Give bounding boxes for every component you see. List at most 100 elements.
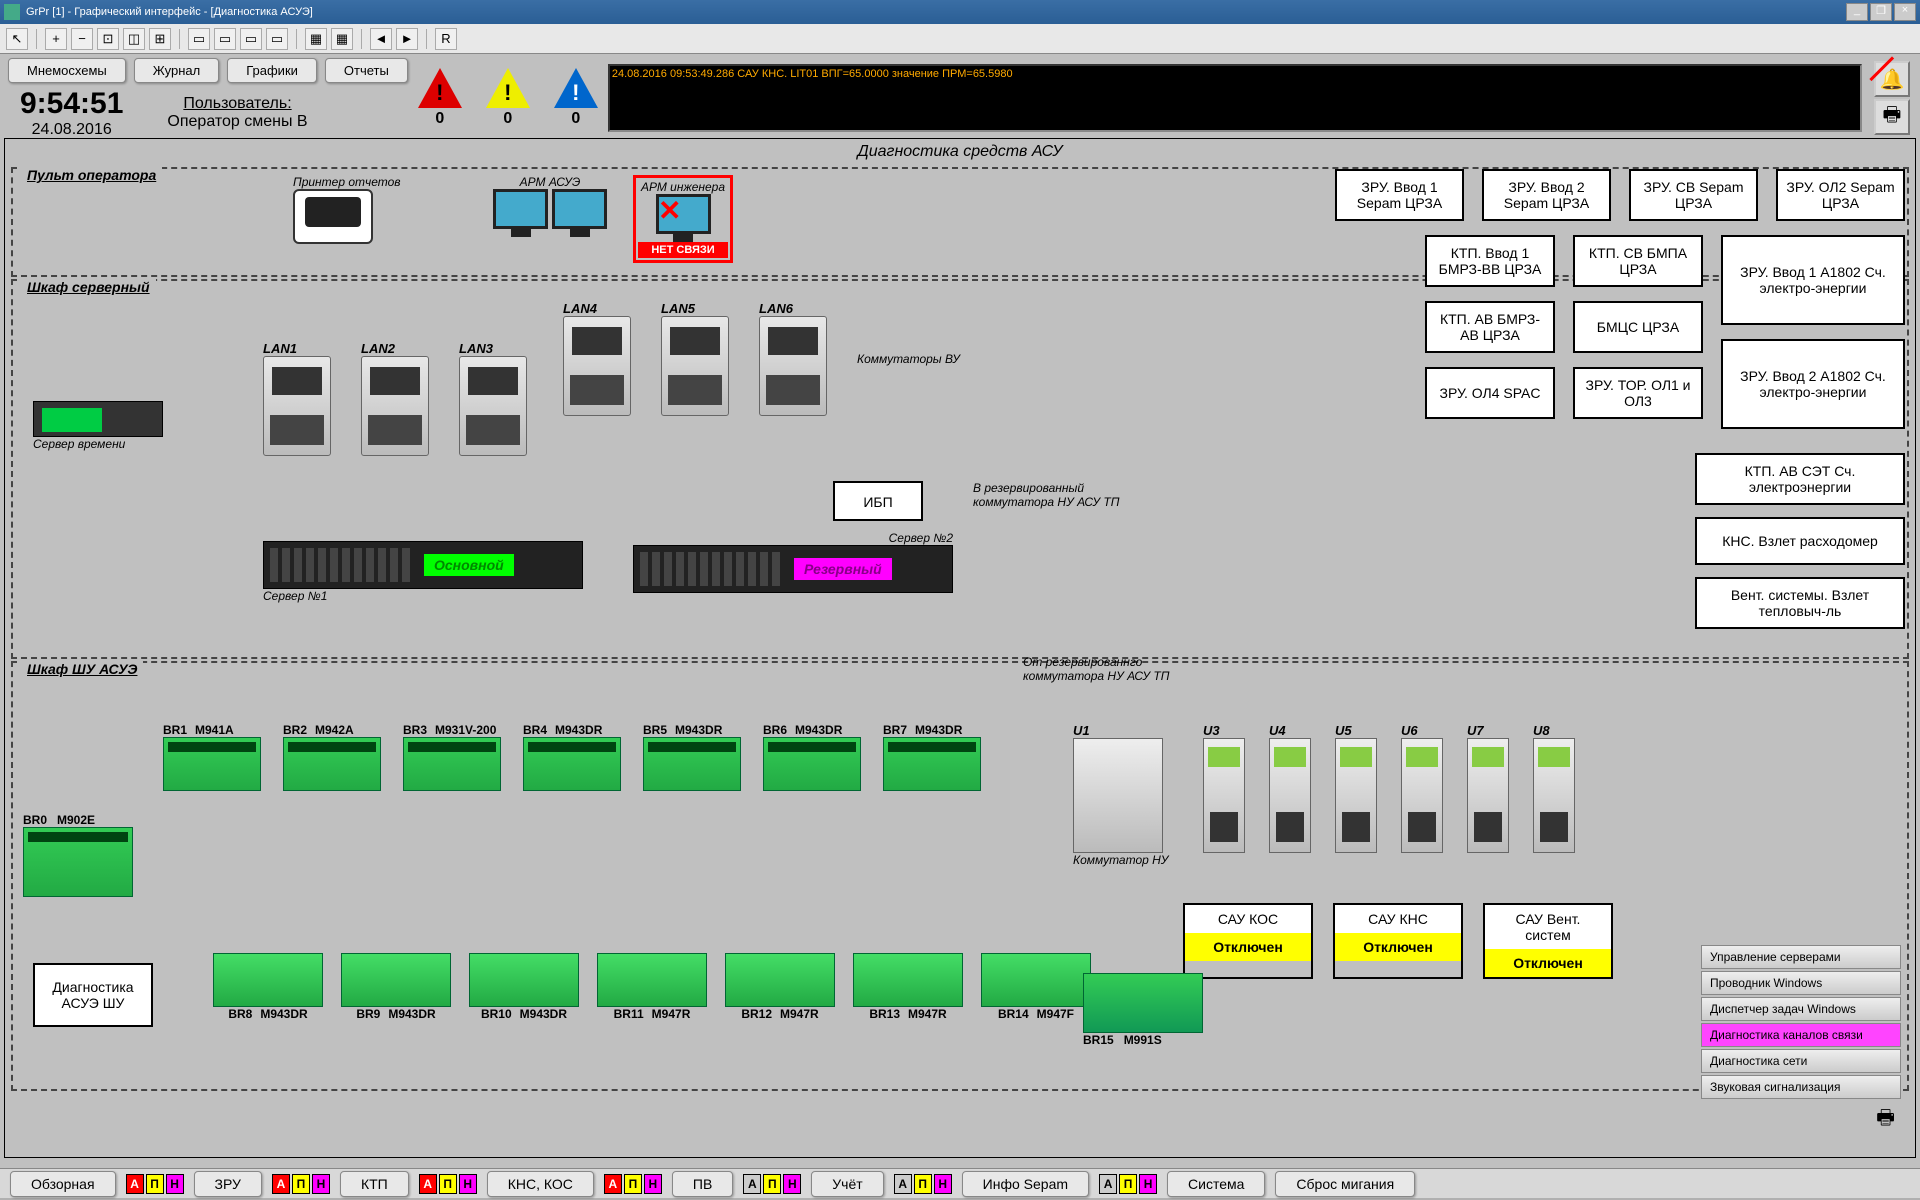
lan-switch [661, 316, 729, 416]
sau-box[interactable]: САУ КНСОтключен [1333, 903, 1463, 979]
apn-indicator: АПН [1099, 1174, 1157, 1194]
layer1-icon[interactable]: ▭ [188, 28, 210, 50]
arm-engineer-nolink: АРМ инженера ✕ НЕТ СВЯЗИ [633, 175, 733, 263]
sau-box[interactable]: САУ Вент. системОтключен [1483, 903, 1613, 979]
quick-menu: Управление серверамиПроводник WindowsДис… [1701, 945, 1901, 1101]
nav-fwd[interactable]: ► [396, 28, 418, 50]
time-server [33, 401, 163, 437]
u-module [1269, 738, 1311, 853]
menu-item[interactable]: Диагностика сети [1701, 1049, 1901, 1073]
print-icon[interactable]: 🖶 [1874, 99, 1910, 135]
printer-icon [293, 189, 373, 244]
lan-switch [361, 356, 429, 456]
toolbar: ↖ + − ⊡ ◫ ⊞ ▭ ▭ ▭ ▭ ▦ ▦ ◄ ► R [0, 24, 1920, 54]
footer-button[interactable]: ПВ [672, 1171, 733, 1197]
br-card [469, 953, 579, 1007]
br15-card [1083, 973, 1203, 1033]
footer-button[interactable]: КТП [340, 1171, 409, 1197]
layer3-icon[interactable]: ▭ [240, 28, 262, 50]
clock-date: 24.08.2016 [20, 121, 123, 139]
br-card [283, 737, 381, 791]
alarm-blue[interactable]: ! 0 [554, 68, 598, 128]
device-box[interactable]: ЗРУ. ОЛ4 SPAC [1425, 367, 1555, 419]
alarm-red[interactable]: ! 0 [418, 68, 462, 128]
komm-nu [1073, 738, 1163, 853]
zoom-in-icon[interactable]: + [45, 28, 67, 50]
br-card [643, 737, 741, 791]
lan-switch [263, 356, 331, 456]
zoom-fit-icon[interactable]: ⊡ [97, 28, 119, 50]
diagram-title: Диагностика средств АСУ [5, 139, 1915, 165]
br-card [341, 953, 451, 1007]
user-value: Оператор смены В [167, 113, 307, 131]
footer-button[interactable]: Сброс мигания [1275, 1171, 1415, 1197]
diagram-area: Диагностика средств АСУ Пульт оператора … [4, 138, 1916, 1158]
lan-switch [459, 356, 527, 456]
meter-box[interactable]: ЗРУ. Ввод 1 А1802 Сч. электро-энергии [1721, 235, 1905, 325]
titlebar: GrPr [1] - Графический интерфейс - [Диаг… [0, 0, 1920, 24]
nav-back[interactable]: ◄ [370, 28, 392, 50]
monitor-icon [493, 189, 548, 229]
device-box[interactable]: ЗРУ. ТОР. ОЛ1 и ОЛ3 [1573, 367, 1703, 419]
device-box[interactable]: КТП. СВ БМПА ЦРЗА [1573, 235, 1703, 287]
menu-item[interactable]: Проводник Windows [1701, 971, 1901, 995]
menu-item[interactable]: Звуковая сигнализация [1701, 1075, 1901, 1099]
footer-button[interactable]: Система [1167, 1171, 1265, 1197]
device-box[interactable]: ЗРУ. ОЛ2 Sepam ЦРЗА [1776, 169, 1905, 221]
alarm-yellow[interactable]: ! 0 [486, 68, 530, 128]
device-box[interactable]: КТП. АВ СЭТ Сч. электроэнергии [1695, 453, 1905, 505]
device-box[interactable]: КНС. Взлет расходомер [1695, 517, 1905, 565]
refresh-button[interactable]: R [435, 28, 457, 50]
br-card [853, 953, 963, 1007]
menu-item[interactable]: Управление серверами [1701, 945, 1901, 969]
u-module [1401, 738, 1443, 853]
lan-switch [759, 316, 827, 416]
server-1: Основной [263, 541, 583, 589]
menu-item[interactable]: Диспетчер задач Windows [1701, 997, 1901, 1021]
device-box[interactable]: ЗРУ. Ввод 2 Sepam ЦРЗА [1482, 169, 1611, 221]
no-alarm-icon[interactable]: 🔔 [1874, 61, 1910, 97]
apn-indicator: АПН [894, 1174, 952, 1194]
journal-button[interactable]: Журнал [134, 58, 219, 83]
br-card [163, 737, 261, 791]
apn-indicator: АПН [419, 1174, 477, 1194]
diag-shu-button[interactable]: Диагностика АСУЭ ШУ [33, 963, 153, 1027]
device-box[interactable]: КТП. АВ БМРЗ-АВ ЦРЗА [1425, 301, 1555, 353]
apn-indicator: АПН [604, 1174, 662, 1194]
menu-item[interactable]: Диагностика каналов связи [1701, 1023, 1901, 1047]
cursor-tool[interactable]: ↖ [6, 28, 28, 50]
device-box[interactable]: БМЦС ЦРЗА [1573, 301, 1703, 353]
sau-box[interactable]: САУ КОСОтключен [1183, 903, 1313, 979]
clock-time: 9:54:51 [20, 87, 123, 121]
close-button[interactable]: × [1894, 3, 1916, 21]
user-label: Пользователь: [167, 95, 307, 113]
lan-switch [563, 316, 631, 416]
zoom-region-icon[interactable]: ◫ [123, 28, 145, 50]
zoom-out-icon[interactable]: − [71, 28, 93, 50]
footer-button[interactable]: Учёт [811, 1171, 883, 1197]
mnemo-button[interactable]: Мнемосхемы [8, 58, 126, 83]
meter-box[interactable]: ЗРУ. Ввод 2 А1802 Сч. электро-энергии [1721, 339, 1905, 429]
graphs-button[interactable]: Графики [227, 58, 317, 83]
br-card [523, 737, 621, 791]
device-box[interactable]: Вент. системы. Взлет тепловыч-ль [1695, 577, 1905, 629]
device-box[interactable]: ЗРУ. Ввод 1 Sepam ЦРЗА [1335, 169, 1464, 221]
layer2-icon[interactable]: ▭ [214, 28, 236, 50]
window-title: GrPr [1] - Графический интерфейс - [Диаг… [26, 6, 1846, 18]
minimize-button[interactable]: _ [1846, 3, 1868, 21]
footer-button[interactable]: Обзорная [10, 1171, 116, 1197]
tool-b[interactable]: ▦ [331, 28, 353, 50]
layer4-icon[interactable]: ▭ [266, 28, 288, 50]
zoom-reset-icon[interactable]: ⊞ [149, 28, 171, 50]
footer-button[interactable]: КНС, КОС [487, 1171, 594, 1197]
footer-button[interactable]: ЗРУ [194, 1171, 262, 1197]
tool-a[interactable]: ▦ [305, 28, 327, 50]
restore-button[interactable]: ❐ [1870, 3, 1892, 21]
panel-shu: Шкаф ШУ АСУЭ От резервированнго коммутат… [11, 661, 1909, 1091]
br-card [981, 953, 1091, 1007]
device-box[interactable]: КТП. Ввод 1 БМРЗ-ВВ ЦРЗА [1425, 235, 1555, 287]
reports-button[interactable]: Отчеты [325, 58, 408, 83]
footer-button[interactable]: Инфо Sepam [962, 1171, 1089, 1197]
device-box[interactable]: ЗРУ. СВ Sepam ЦРЗА [1629, 169, 1758, 221]
printer-small-icon[interactable]: 🖶 [1876, 1103, 1895, 1137]
